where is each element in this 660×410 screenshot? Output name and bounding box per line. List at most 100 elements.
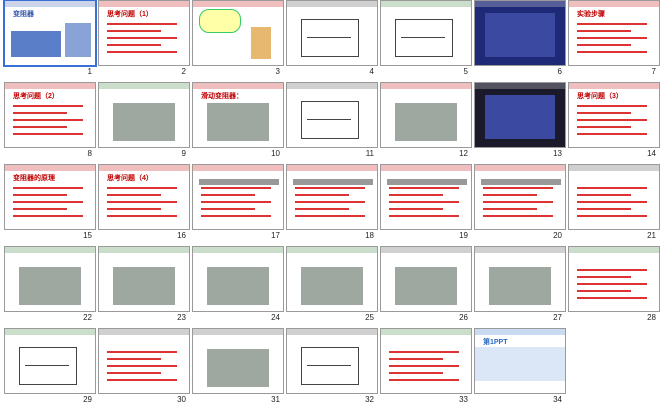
photo-block xyxy=(395,103,457,141)
slide-preview: 实验步骤 xyxy=(568,0,660,66)
slide-thumbnail-26[interactable]: 26 xyxy=(380,246,472,326)
slide-number: 29 xyxy=(83,395,92,404)
slide-thumbnail-19[interactable]: 19 xyxy=(380,164,472,244)
cartoon-figure xyxy=(251,27,271,59)
slide-header-bar xyxy=(193,247,283,253)
slide-thumbnail-30[interactable]: 30 xyxy=(98,328,190,408)
slide-preview xyxy=(286,82,378,148)
text-line xyxy=(107,358,161,360)
text-line xyxy=(577,215,647,217)
slide-thumbnail-18[interactable]: 18 xyxy=(286,164,378,244)
slide-preview xyxy=(192,246,284,312)
slide-thumbnail-1[interactable]: 变阻器 1 xyxy=(3,0,97,80)
text-line xyxy=(107,201,177,203)
slide-preview xyxy=(474,164,566,230)
slide-title: 变阻器 xyxy=(13,11,34,18)
slide-thumbnail-5[interactable]: 5 xyxy=(380,0,472,80)
brand-band xyxy=(475,347,565,381)
text-line xyxy=(389,194,443,196)
text-line xyxy=(107,379,177,381)
slide-preview xyxy=(286,164,378,230)
slide-preview xyxy=(380,328,472,394)
text-line xyxy=(577,133,647,135)
slide-number: 10 xyxy=(271,149,280,158)
slide-thumbnail-34[interactable]: 第1PPT 34 xyxy=(474,328,566,408)
slide-thumbnail-13[interactable]: 13 xyxy=(474,82,566,162)
slide-number: 33 xyxy=(459,395,468,404)
slide-header-bar xyxy=(287,165,377,171)
slide-thumbnail-21[interactable]: 21 xyxy=(568,164,660,244)
slide-preview: 第1PPT xyxy=(474,328,566,394)
slide-header-bar xyxy=(475,329,565,335)
slide-thumbnail-25[interactable]: 25 xyxy=(286,246,378,326)
slide-number: 4 xyxy=(369,67,374,76)
slide-header-bar xyxy=(99,247,189,253)
slide-thumbnail-24[interactable]: 24 xyxy=(192,246,284,326)
text-line xyxy=(107,51,177,53)
slide-preview xyxy=(286,328,378,394)
text-line xyxy=(577,194,631,196)
slide-header-bar xyxy=(381,83,471,89)
slide-thumbnail-28[interactable]: 28 xyxy=(568,246,660,326)
slide-thumbnail-11[interactable]: 11 xyxy=(286,82,378,162)
cover-image xyxy=(11,31,61,57)
slide-number: 32 xyxy=(365,395,374,404)
slide-thumbnail-31[interactable]: 31 xyxy=(192,328,284,408)
text-line xyxy=(577,290,631,292)
text-line xyxy=(13,187,83,189)
slide-number: 18 xyxy=(365,231,374,240)
slide-number: 22 xyxy=(83,313,92,322)
text-line xyxy=(13,208,67,210)
text-line xyxy=(577,201,647,203)
slide-thumbnail-23[interactable]: 23 xyxy=(98,246,190,326)
text-line xyxy=(13,112,67,114)
slide-thumbnail-27[interactable]: 27 xyxy=(474,246,566,326)
text-line xyxy=(107,215,177,217)
slide-number: 28 xyxy=(647,313,656,322)
text-line xyxy=(295,201,365,203)
slide-thumbnail-8[interactable]: 思考问题（2） 8 xyxy=(4,82,96,162)
photo-block xyxy=(113,103,175,141)
slide-sorter-grid: 变阻器 1 思考问题（1） 2 3 4 5 6 实验步骤 7 思考问题（2） 8 9 滑动变阻器： 10 11… xyxy=(0,0,660,410)
text-line xyxy=(389,379,459,381)
slide-number: 16 xyxy=(177,231,186,240)
slide-preview xyxy=(380,246,472,312)
slide-header-bar xyxy=(5,83,95,89)
text-line xyxy=(107,44,161,46)
slide-thumbnail-17[interactable]: 17 xyxy=(192,164,284,244)
slide-number: 13 xyxy=(553,149,562,158)
slide-number: 2 xyxy=(181,67,186,76)
slide-title: 实验步骤 xyxy=(577,11,605,18)
slide-thumbnail-32[interactable]: 32 xyxy=(286,328,378,408)
text-line xyxy=(13,133,83,135)
slide-thumbnail-7[interactable]: 实验步骤 7 xyxy=(568,0,660,80)
slide-thumbnail-6[interactable]: 6 xyxy=(474,0,566,80)
slide-thumbnail-22[interactable]: 22 xyxy=(4,246,96,326)
slide-preview xyxy=(568,246,660,312)
text-line xyxy=(107,365,177,367)
photo-block xyxy=(489,267,551,305)
slide-thumbnail-3[interactable]: 3 xyxy=(192,0,284,80)
slide-thumbnail-15[interactable]: 变阻器的原理 15 xyxy=(4,164,96,244)
slide-thumbnail-10[interactable]: 滑动变阻器： 10 xyxy=(192,82,284,162)
slide-header-bar xyxy=(193,165,283,171)
slide-header-bar xyxy=(381,165,471,171)
slide-thumbnail-12[interactable]: 12 xyxy=(380,82,472,162)
text-line xyxy=(577,269,647,271)
text-line xyxy=(295,208,349,210)
slide-thumbnail-9[interactable]: 9 xyxy=(98,82,190,162)
slide-thumbnail-20[interactable]: 20 xyxy=(474,164,566,244)
text-line xyxy=(107,37,177,39)
slide-thumbnail-4[interactable]: 4 xyxy=(286,0,378,80)
slide-thumbnail-29[interactable]: 29 xyxy=(4,328,96,408)
slide-preview: 变阻器 xyxy=(3,0,97,67)
slide-thumbnail-2[interactable]: 思考问题（1） 2 xyxy=(98,0,190,80)
text-line xyxy=(107,194,161,196)
slide-number: 27 xyxy=(553,313,562,322)
slide-thumbnail-33[interactable]: 33 xyxy=(380,328,472,408)
slide-thumbnail-14[interactable]: 思考问题（3） 14 xyxy=(568,82,660,162)
slide-thumbnail-16[interactable]: 思考问题（4） 16 xyxy=(98,164,190,244)
slide-preview: 滑动变阻器： xyxy=(192,82,284,148)
diagram-line xyxy=(307,119,351,120)
slide-number: 24 xyxy=(271,313,280,322)
